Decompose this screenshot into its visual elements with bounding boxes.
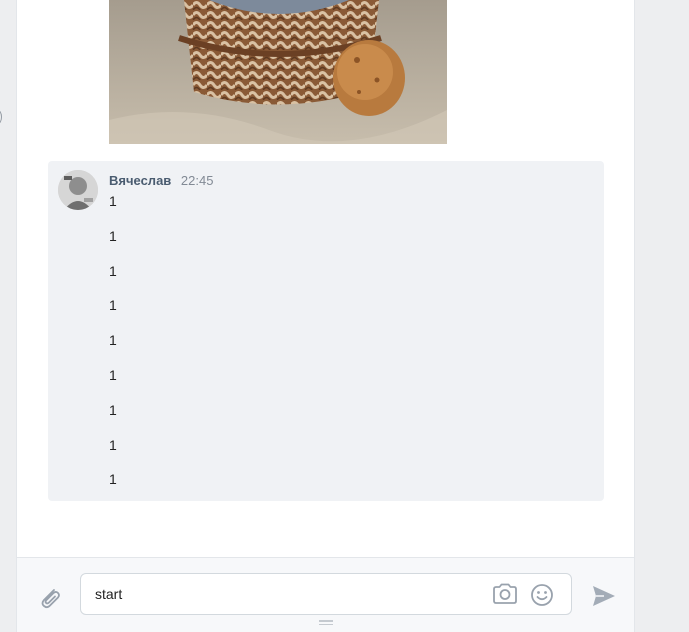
smile-icon xyxy=(531,584,553,606)
camera-button[interactable] xyxy=(491,582,519,606)
emoji-button[interactable] xyxy=(529,582,555,608)
message-header: Вячеслав 22:45 xyxy=(109,173,213,189)
avatar-image xyxy=(58,170,98,210)
author-name[interactable]: Вячеслав xyxy=(109,173,171,188)
message-text: 1 1 1 1 1 1 1 1 1 xyxy=(109,192,117,505)
message-line: 1 xyxy=(109,262,117,279)
message-line: 1 xyxy=(109,297,117,314)
attach-button[interactable] xyxy=(35,582,65,612)
send-icon xyxy=(593,586,615,606)
message-time[interactable]: 22:45 xyxy=(181,173,214,188)
resize-handle[interactable] xyxy=(319,620,333,626)
message-line: 1 xyxy=(109,436,117,453)
message-composer xyxy=(17,557,634,632)
message-input[interactable] xyxy=(95,584,475,604)
message-line: 1 xyxy=(109,366,117,383)
edge-control-icon xyxy=(0,110,2,124)
basket-photo-image xyxy=(109,0,447,144)
camera-icon xyxy=(493,583,517,604)
message-line: 1 xyxy=(109,332,117,349)
message-line: 1 xyxy=(109,227,117,244)
message-line: 1 xyxy=(109,401,117,418)
message-bubble[interactable]: Вячеслав 22:45 1 1 1 1 1 1 1 1 1 xyxy=(48,161,604,501)
send-button[interactable] xyxy=(589,582,619,610)
avatar[interactable] xyxy=(58,170,98,210)
message-input-box[interactable] xyxy=(80,573,572,615)
message-line: 1 xyxy=(109,193,117,209)
message-line: 1 xyxy=(109,471,117,488)
paperclip-icon xyxy=(41,589,60,609)
message-photo[interactable] xyxy=(109,0,447,144)
chat-panel: Вячеслав 22:45 1 1 1 1 1 1 1 1 1 xyxy=(16,0,635,632)
